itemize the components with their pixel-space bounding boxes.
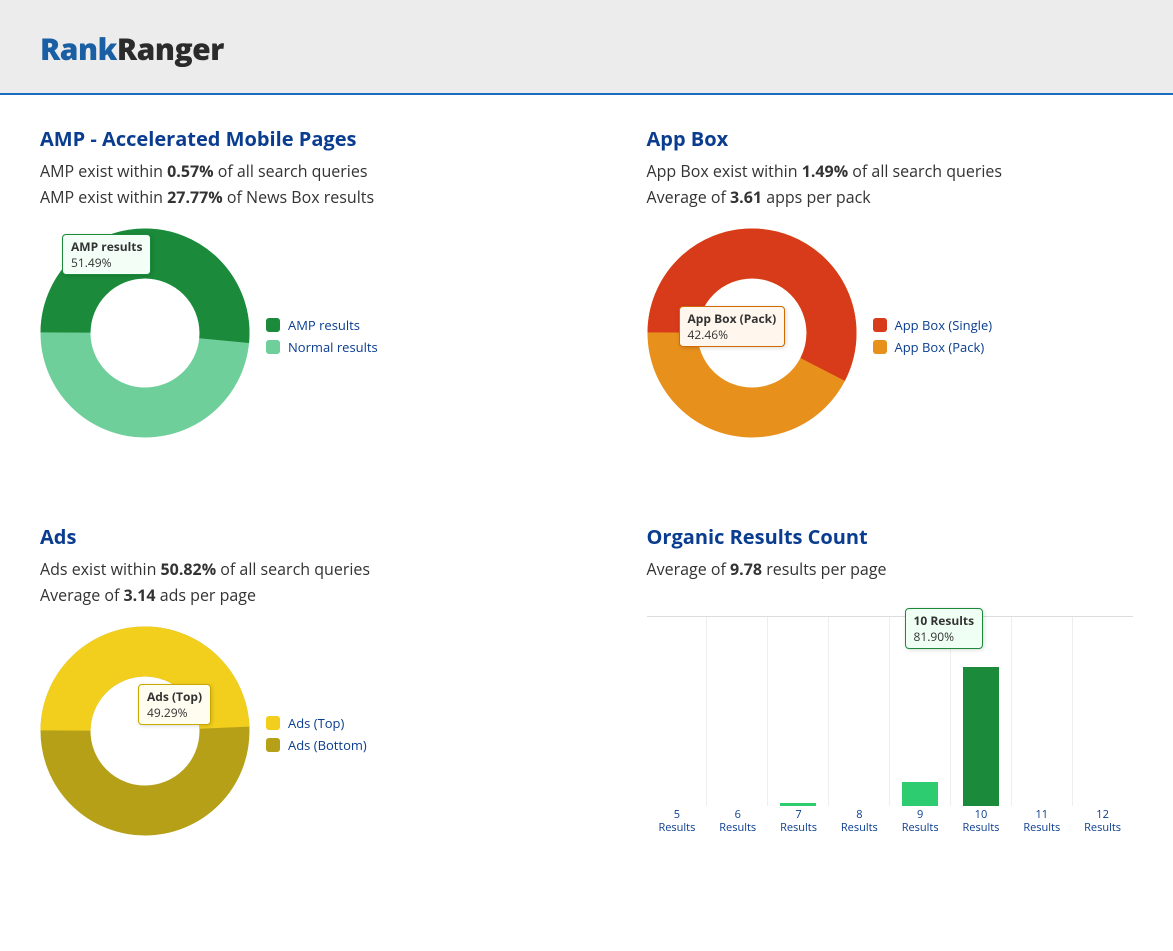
organic-stat-1: Average of 9.78 results per page [647,558,1134,580]
appbox-chart: App Box (Pack) 42.46% App Box (Single) A… [647,228,1134,443]
ads-donut: Ads (Top) 49.29% [40,626,250,841]
panel-organic: Organic Results Count Average of 9.78 re… [587,523,1134,841]
bar-labels: 5Results6Results7Results8Results9Results… [647,808,1134,834]
bar-label: 10Results [951,808,1012,834]
legend-item: App Box (Pack) [873,338,993,356]
legend-item: Normal results [266,338,378,356]
bar-chart [647,616,1134,806]
bar-label: 5Results [647,808,708,834]
bar-col [829,617,890,806]
bar-label: 6Results [707,808,768,834]
bar-label: 12Results [1072,808,1133,834]
organic-tooltip: 10 Results 81.90% [905,608,984,649]
ads-chart: Ads (Top) 49.29% Ads (Top) Ads (Bottom) [40,626,557,841]
appbox-legend: App Box (Single) App Box (Pack) [873,312,993,360]
swatch-icon [873,340,887,354]
bar-col [647,617,708,806]
swatch-icon [266,716,280,730]
amp-stat-2: AMP exist within 27.77% of News Box resu… [40,186,557,208]
ads-tooltip: Ads (Top) 49.29% [138,684,211,725]
amp-title: AMP - Accelerated Mobile Pages [40,125,557,152]
amp-chart: AMP results 51.49% AMP results Normal re… [40,228,557,443]
amp-donut: AMP results 51.49% [40,228,250,443]
bar-label: 7Results [768,808,829,834]
swatch-icon [266,738,280,752]
appbox-donut: App Box (Pack) 42.46% [647,228,857,443]
amp-legend: AMP results Normal results [266,312,378,360]
bar-label: 9Results [890,808,951,834]
swatch-icon [873,318,887,332]
bar-col [768,617,829,806]
bar [902,782,938,806]
bar [780,803,816,806]
logo-part1: Rank [40,28,117,69]
bar-label: 8Results [829,808,890,834]
legend-item: App Box (Single) [873,316,993,334]
legend-item: Ads (Bottom) [266,736,367,754]
amp-stat-1: AMP exist within 0.57% of all search que… [40,160,557,182]
header: RankRanger [0,0,1173,95]
swatch-icon [266,318,280,332]
bar [963,667,999,806]
appbox-stat-2: Average of 3.61 apps per pack [647,186,1134,208]
organic-title: Organic Results Count [647,523,1134,550]
bar-col [1073,617,1133,806]
panel-appbox: App Box App Box exist within 1.49% of al… [587,125,1134,443]
organic-chart: 10 Results 81.90% 5Results6Results7Resul… [647,616,1134,834]
bar-col [1012,617,1073,806]
appbox-title: App Box [647,125,1134,152]
amp-tooltip: AMP results 51.49% [62,234,151,275]
logo-part2: Ranger [117,28,224,69]
panel-amp: AMP - Accelerated Mobile Pages AMP exist… [40,125,587,443]
legend-item: AMP results [266,316,378,334]
ads-stat-1: Ads exist within 50.82% of all search qu… [40,558,557,580]
appbox-tooltip: App Box (Pack) 42.46% [679,306,786,347]
appbox-stat-1: App Box exist within 1.49% of all search… [647,160,1134,182]
ads-title: Ads [40,523,557,550]
legend-item: Ads (Top) [266,714,367,732]
logo: RankRanger [40,28,1133,69]
panel-ads: Ads Ads exist within 50.82% of all searc… [40,523,587,841]
ads-stat-2: Average of 3.14 ads per page [40,584,557,606]
ads-legend: Ads (Top) Ads (Bottom) [266,710,367,758]
content: AMP - Accelerated Mobile Pages AMP exist… [0,95,1173,951]
bar-col [707,617,768,806]
swatch-icon [266,340,280,354]
bar-label: 11Results [1011,808,1072,834]
